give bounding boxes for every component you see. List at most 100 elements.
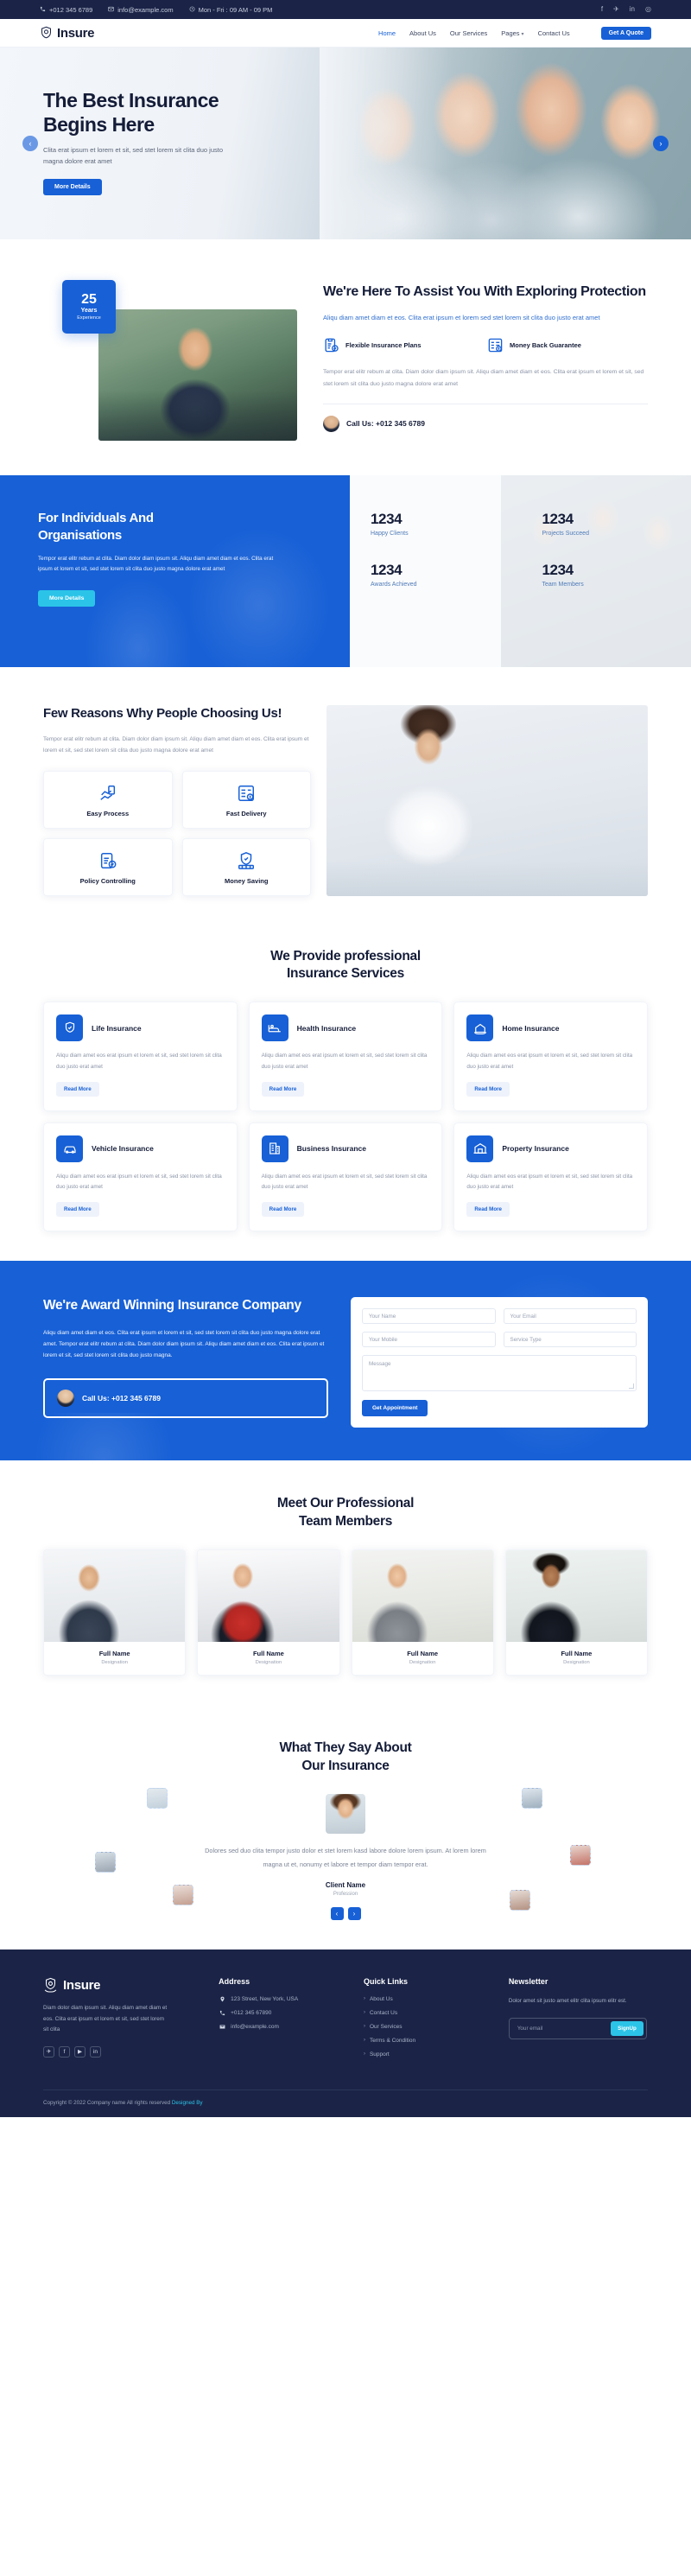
team-member-card[interactable]: Full Name Designation (197, 1549, 340, 1676)
footer-link-support[interactable]: › Support (364, 2051, 490, 2058)
service-card-business-insurance[interactable]: Business Insurance Aliqu diam amet eos e… (248, 1122, 443, 1232)
linkedin-icon[interactable]: in (90, 2045, 101, 2058)
twitter-icon[interactable]: ✈ (43, 2045, 54, 2058)
testimonial-prev-button[interactable]: ‹ (330, 1906, 344, 1920)
instagram-icon[interactable]: ◎ (645, 6, 651, 13)
services-title-line2: Insurance Services (287, 965, 404, 981)
newsletter-email-input[interactable]: Your email (512, 2026, 611, 2032)
shield-hand-icon (43, 1977, 58, 1994)
service-read-more-button[interactable]: Read More (56, 1202, 99, 1218)
service-read-more-button[interactable]: Read More (466, 1081, 510, 1097)
service-type-field[interactable]: Service Type (503, 1332, 637, 1348)
footer-phone-line[interactable]: +012 345 67890 (219, 2010, 345, 2016)
footer-email-line[interactable]: info@example.com (219, 2024, 345, 2030)
stats-title: For Individuals And Organisations (38, 511, 154, 543)
reason-box-label: Policy Controlling (79, 876, 136, 885)
stats-more-details-button[interactable]: More Details (38, 589, 96, 607)
reason-box-fast-delivery[interactable]: Fast Delivery (181, 770, 311, 829)
nav-item-home[interactable]: Home (378, 29, 396, 37)
hero-next-button[interactable]: › (653, 136, 669, 151)
money-list-icon (237, 784, 256, 803)
years-experience-badge: 25 Years Experience (62, 280, 116, 334)
team-member-photo (505, 1550, 647, 1643)
brand-logo[interactable]: Insure (40, 26, 95, 41)
team-member-name: Full Name (561, 1650, 593, 1658)
reason-box-money-saving[interactable]: Money Saving (181, 837, 311, 896)
testimonial-thumb[interactable] (510, 1890, 530, 1911)
service-card-property-insurance[interactable]: Property Insurance Aliqu diam amet eos e… (453, 1122, 648, 1232)
testimonial-thumb[interactable] (147, 1788, 168, 1810)
team-title: Meet Our Professional Team Members (43, 1495, 648, 1530)
nav-item-contact-us[interactable]: Contact Us (538, 29, 570, 37)
designed-by-link[interactable]: Designed By (172, 2100, 203, 2106)
testimonial-thumb[interactable] (570, 1845, 591, 1867)
avatar (57, 1389, 74, 1407)
youtube-icon[interactable]: ▶ (74, 2045, 86, 2058)
team-member-card[interactable]: Full Name Designation (504, 1549, 648, 1676)
team-member-card[interactable]: Full Name Designation (351, 1549, 494, 1676)
service-read-more-button[interactable]: Read More (261, 1081, 305, 1097)
service-desc: Aliqu diam amet eos erat ipsum et lorem … (56, 1173, 222, 1191)
get-a-quote-button[interactable]: Get A Quote (600, 26, 651, 40)
stat-label: Team Members (542, 582, 584, 588)
reason-box-label: Fast Delivery (225, 809, 267, 817)
service-title: Business Insurance (296, 1144, 366, 1154)
service-read-more-button[interactable]: Read More (56, 1081, 99, 1097)
service-card-home-insurance[interactable]: Home Insurance Aliqu diam amet eos erat … (453, 1002, 648, 1111)
newsletter-signup-button[interactable]: SignUp (611, 2020, 643, 2036)
footer-brand[interactable]: Insure (43, 1977, 200, 1994)
testimonial-next-button[interactable]: › (347, 1906, 361, 1920)
team-grid: Full Name Designation Full Name Designat… (43, 1549, 648, 1676)
message-textarea[interactable]: Message (362, 1355, 637, 1392)
award-call-box[interactable]: Call Us: +012 345 6789 (43, 1377, 328, 1418)
footer-link-about-us[interactable]: › About Us (364, 1996, 490, 2002)
twitter-icon[interactable]: ✈ (613, 6, 619, 13)
clock-icon (189, 6, 195, 14)
life-shield-icon (56, 1014, 83, 1042)
assist-call-row[interactable]: Call Us: +012 345 6789 (323, 403, 648, 432)
main-navbar: Insure Home About Us Our Services Pages ▾… (0, 19, 691, 48)
get-appointment-button[interactable]: Get Appointment (362, 1400, 428, 1417)
footer-link-contact-us[interactable]: › Contact Us (364, 2010, 490, 2016)
hospital-bed-icon (261, 1014, 288, 1042)
stat-awards-achieved: 1234 Awards Achieved (371, 563, 520, 588)
reason-box-policy-controlling[interactable]: Policy Controlling (43, 837, 173, 896)
service-read-more-button[interactable]: Read More (466, 1202, 510, 1218)
hero-more-details-button[interactable]: More Details (43, 179, 102, 196)
footer-email-text: info@example.com (231, 2023, 279, 2030)
service-card-life-insurance[interactable]: Life Insurance Aliqu diam amet eos erat … (43, 1002, 238, 1111)
nav-item-our-services[interactable]: Our Services (450, 29, 487, 37)
nav-item-about-us[interactable]: About Us (409, 29, 436, 37)
footer-link-our-services[interactable]: › Our Services (364, 2024, 490, 2030)
testimonial-thumb[interactable] (95, 1852, 116, 1873)
hero-title-line1: The Best Insurance (43, 89, 219, 111)
testimonial-thumb[interactable] (173, 1885, 193, 1906)
reason-box-easy-process[interactable]: Easy Process (43, 770, 173, 829)
team-member-card[interactable]: Full Name Designation (43, 1549, 187, 1676)
footer-link-terms-condition[interactable]: › Terms & Condition (364, 2038, 490, 2044)
service-title: Vehicle Insurance (92, 1144, 154, 1154)
mobile-field[interactable]: Your Mobile (362, 1332, 496, 1348)
stat-label: Projects Succeed (542, 531, 589, 537)
topbar-phone[interactable]: +012 345 6789 (40, 6, 92, 14)
service-desc: Aliqu diam amet eos erat ipsum et lorem … (466, 1053, 633, 1070)
topbar-email[interactable]: info@example.com (108, 6, 174, 14)
envelope-icon (108, 6, 114, 14)
facebook-icon[interactable]: f (601, 6, 603, 13)
services-title-line1: We Provide professional (270, 948, 421, 964)
service-card-vehicle-insurance[interactable]: Vehicle Insurance Aliqu diam amet eos er… (43, 1122, 238, 1232)
stat-number: 1234 (371, 511, 403, 527)
hero-prev-button[interactable]: ‹ (22, 136, 38, 151)
phone-icon (219, 2010, 225, 2016)
stat-label: Awards Achieved (371, 582, 417, 588)
nav-item-pages[interactable]: Pages ▾ (501, 29, 523, 37)
years-label: Years (80, 308, 98, 314)
name-field[interactable]: Your Name (362, 1308, 496, 1325)
service-card-health-insurance[interactable]: Health Insurance Aliqu diam amet eos era… (248, 1002, 443, 1111)
email-field[interactable]: Your Email (503, 1308, 637, 1325)
facebook-icon[interactable]: f (59, 2045, 70, 2058)
linkedin-icon[interactable]: in (630, 6, 635, 13)
service-read-more-button[interactable]: Read More (261, 1202, 305, 1218)
testimonial-thumb[interactable] (522, 1788, 542, 1810)
stat-happy-clients: 1234 Happy Clients (371, 512, 520, 537)
